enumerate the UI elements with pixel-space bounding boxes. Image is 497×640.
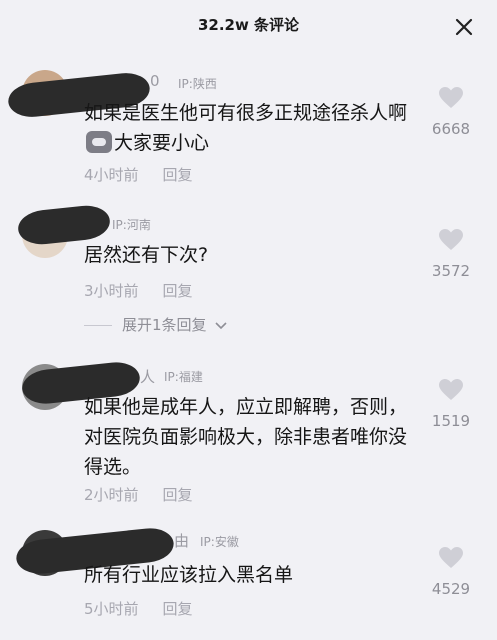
comment-count-title: 32.2w 条评论: [197, 16, 300, 34]
expand-replies-button[interactable]: 展开1条回复: [84, 314, 227, 335]
like-button[interactable]: 3572: [423, 228, 479, 280]
comment-text: 居然还有下次?: [84, 244, 209, 266]
comment-time: 5小时前: [84, 600, 139, 618]
comments-header: 32.2w 条评论: [0, 0, 497, 52]
comment-item: 0 IP:陕西 如果是医生他可有很多正规途径杀人啊大家要小心 4小时前 回复 66…: [0, 60, 497, 190]
like-count: 1519: [431, 412, 471, 430]
ip-location: IP:安徽: [200, 535, 239, 549]
reply-button[interactable]: 回复: [163, 600, 193, 618]
cat-emoji-icon: [86, 131, 112, 153]
comment-item: 由 IP:安徽 所有行业应该拉入黑名单 5小时前 回复 4529: [0, 524, 497, 634]
comment-text-part: 大家要小心: [114, 132, 210, 154]
comment-meta: 3小时前 回复: [84, 280, 193, 301]
comment-meta: 2小时前 回复: [84, 484, 193, 505]
username-fragment[interactable]: 由: [174, 530, 189, 551]
ip-location: IP:福建: [164, 370, 203, 384]
heart-icon: [439, 87, 463, 108]
comment-text: 如果他是成年人，应立即解聘，否则，对医院负面影响极大，除非患者唯你没得选。: [84, 396, 408, 478]
close-button[interactable]: [453, 16, 475, 38]
comment-text: 所有行业应该拉入黑名单: [84, 564, 294, 586]
heart-icon: [439, 379, 463, 400]
comment-meta: 5小时前 回复: [84, 598, 193, 619]
reply-button[interactable]: 回复: [163, 282, 193, 300]
username-fragment[interactable]: 人: [140, 366, 155, 387]
divider-line: [84, 325, 112, 326]
comment-item: IP:河南 居然还有下次? 3小时前 回复 3572: [0, 200, 497, 310]
username-fragment[interactable]: 0: [150, 72, 160, 90]
reply-button[interactable]: 回复: [163, 486, 193, 504]
like-count: 4529: [431, 580, 471, 598]
close-icon: [455, 18, 473, 36]
comment-meta: 4小时前 回复: [84, 164, 193, 185]
like-button[interactable]: 6668: [423, 86, 479, 138]
comment-time: 3小时前: [84, 282, 139, 300]
like-button[interactable]: 4529: [423, 546, 479, 598]
like-button[interactable]: 1519: [423, 378, 479, 430]
comment-text-part: 如果是医生他可有很多正规途径杀人啊: [84, 102, 408, 124]
chevron-down-icon: [215, 321, 227, 329]
comment-item: 人 IP:福建 如果他是成年人，应立即解聘，否则，对医院负面影响极大，除非患者唯…: [0, 356, 497, 506]
ip-location: IP:河南: [112, 218, 151, 232]
like-count: 6668: [431, 120, 471, 138]
comment-time: 4小时前: [84, 166, 139, 184]
heart-icon: [439, 547, 463, 568]
ip-location: IP:陕西: [178, 77, 217, 91]
expand-replies-label: 展开1条回复: [122, 316, 207, 334]
heart-icon: [439, 229, 463, 250]
reply-button[interactable]: 回复: [163, 166, 193, 184]
comment-time: 2小时前: [84, 486, 139, 504]
like-count: 3572: [431, 262, 471, 280]
comment-text: 如果是医生他可有很多正规途径杀人啊大家要小心: [84, 98, 424, 158]
